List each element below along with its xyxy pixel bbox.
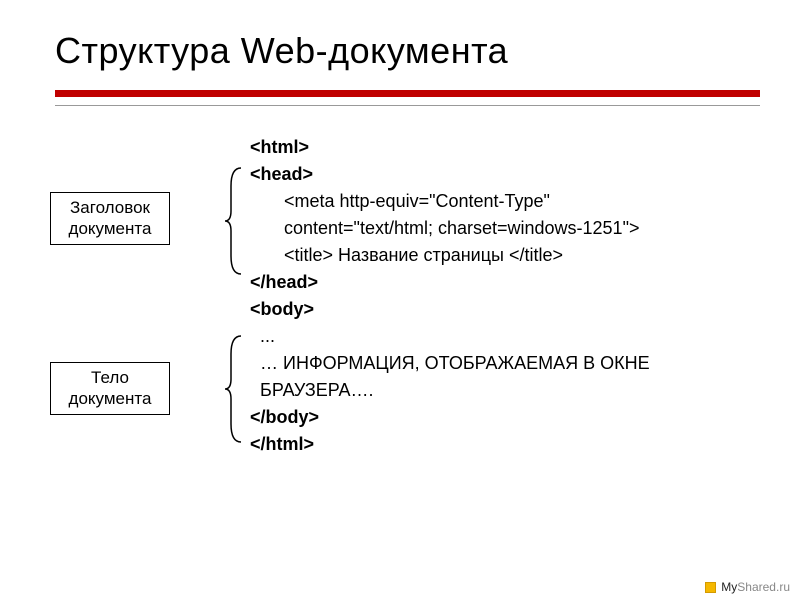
code-html-open: <html> xyxy=(250,134,760,161)
label-head-text: Заголовок документа xyxy=(69,198,152,238)
slide: Структура Web-документа Заголовок докуме… xyxy=(0,0,800,478)
code-html-close: </html> xyxy=(250,431,760,458)
code-title: <title> Название страницы </title> xyxy=(250,242,760,269)
code-body-close: </body> xyxy=(250,404,760,431)
code-meta-1: <meta http-equiv="Content-Type" xyxy=(250,188,760,215)
footer-brand-ru: .ru xyxy=(776,580,790,594)
footer-logo: MyShared.ru xyxy=(705,580,790,594)
code-body-open: <body> xyxy=(250,296,760,323)
label-head-box: Заголовок документа xyxy=(50,192,170,245)
title-underline-thin xyxy=(55,105,760,106)
label-body-box: Тело документа xyxy=(50,362,170,415)
brace-body-icon xyxy=(223,334,245,444)
footer-brand-my: My xyxy=(721,580,737,594)
brace-head-icon xyxy=(223,166,245,276)
logo-square-icon xyxy=(705,582,716,593)
content-area: Заголовок документа Тело документа <html… xyxy=(55,134,760,458)
code-column: <html> <head> <meta http-equiv="Content-… xyxy=(250,134,760,458)
page-title: Структура Web-документа xyxy=(55,30,760,72)
footer-brand-shared: Shared xyxy=(737,580,776,594)
code-meta-2: content="text/html; charset=windows-1251… xyxy=(284,215,760,242)
code-head-open: <head> xyxy=(250,161,760,188)
code-body-2: … ИНФОРМАЦИЯ, ОТОБРАЖАЕМАЯ В ОКНЕ xyxy=(250,350,760,377)
code-head-close: </head> xyxy=(250,269,760,296)
title-underline-thick xyxy=(55,90,760,97)
label-body-text: Тело документа xyxy=(69,368,152,408)
code-body-3: БРАУЗЕРА…. xyxy=(250,377,760,404)
code-body-1: ... xyxy=(250,323,760,350)
